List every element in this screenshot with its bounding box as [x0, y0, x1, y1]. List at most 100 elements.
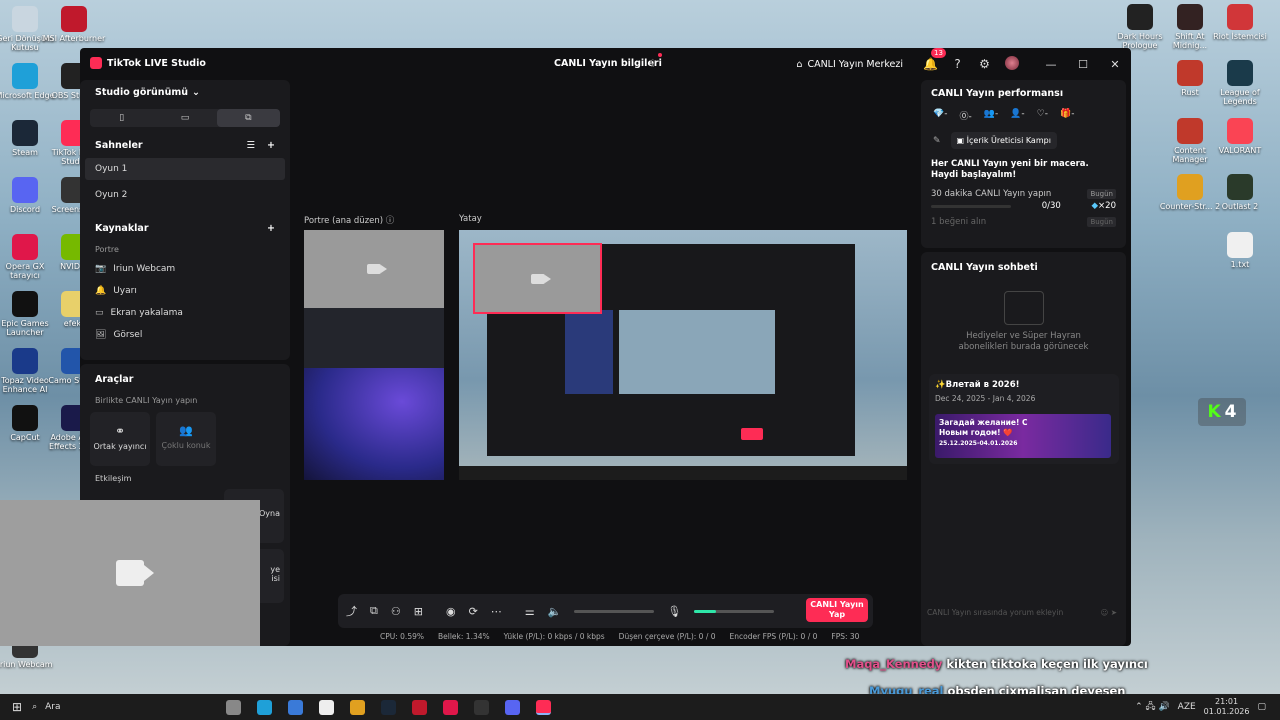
notifications-icon[interactable]: ▢ — [1257, 702, 1266, 712]
performance-metric: 🎁- — [1060, 109, 1074, 122]
chat-user: Maqa_Kennedy — [845, 657, 943, 671]
portrait-layout-icon[interactable]: ▯ — [90, 109, 153, 127]
close-button[interactable]: ✕ — [1099, 58, 1131, 71]
taskbar-app-edge-icon[interactable] — [257, 699, 273, 715]
live-center-button[interactable]: ⌂ CANLI Yayın Merkezi — [796, 59, 903, 70]
start-icon[interactable]: ⊞ — [12, 700, 22, 714]
search-box[interactable]: ⌕ Ara — [32, 702, 218, 712]
portrait-preview[interactable] — [304, 230, 444, 480]
video-camera-icon — [116, 560, 154, 586]
share-icon[interactable]: ⇪ — [648, 57, 657, 70]
gear-icon[interactable]: ⚙ — [971, 57, 998, 71]
desktop-icon[interactable]: VALORANT — [1208, 118, 1272, 155]
taskbar-app-discord-icon[interactable] — [505, 699, 521, 715]
chat-input[interactable]: CANLI Yayın sırasında yorum ekleyin ☺ ➤ — [927, 608, 1117, 617]
scene-item-oyun-1[interactable]: Oyun 1 — [85, 158, 285, 180]
desktop-icon[interactable]: League of Legends — [1208, 60, 1272, 106]
source-label: Uyarı — [113, 286, 137, 296]
source-item[interactable]: ▭ Ekran yakalama — [80, 302, 290, 324]
tray-icons[interactable]: ⌃ 🖧 🔊 — [1135, 699, 1170, 715]
webcam-source-placeholder[interactable] — [304, 230, 444, 308]
metric-value: - — [1021, 109, 1025, 119]
list-icon[interactable]: ☰ — [247, 140, 256, 151]
mic-icon[interactable]: 🎙 — [667, 605, 681, 618]
clock-date: 01.01.2026 — [1203, 707, 1250, 716]
metric-value: - — [1044, 109, 1048, 119]
promo-card[interactable]: ✨Влетай в 2026! Dec 24, 2025 - Jan 4, 20… — [929, 374, 1119, 464]
mic-volume-slider[interactable] — [694, 609, 775, 613]
more-icon[interactable]: ⋯ — [491, 605, 502, 618]
cohost-tool[interactable]: ⚭ Ortak yayıncı — [90, 412, 150, 466]
desktop-icon-label: Outlast 2 — [1221, 202, 1259, 211]
add-source-icon[interactable]: + — [267, 223, 275, 234]
speaker-volume-slider[interactable] — [574, 609, 655, 613]
promo-banner-dates: 25.12.2025-04.01.2026 — [939, 440, 1018, 447]
performance-metric: ⓪- — [959, 109, 971, 122]
partial-tool-label: ye isi — [270, 565, 280, 583]
screen-capture-thumb — [304, 308, 444, 368]
app-icon — [12, 63, 38, 89]
taskbar-app-opera-icon[interactable] — [443, 699, 459, 715]
nested-taskbar — [459, 466, 907, 480]
source-item[interactable]: 🖼 Görsel — [80, 324, 290, 346]
taskbar-app-store-icon[interactable] — [288, 699, 304, 715]
info-icon[interactable]: ⓘ — [386, 216, 395, 226]
scene-item-oyun-2[interactable]: Oyun 2 — [80, 184, 290, 206]
sources-list: 📷 Iriun Webcam 🔔 Uyarı ▭ Ekran yakalama 🖼 Görse… — [80, 258, 290, 346]
clock[interactable]: 21:01 01.01.2026 — [1204, 697, 1250, 717]
avatar[interactable] — [998, 55, 1025, 73]
speaker-icon[interactable]: 🔈 — [548, 605, 562, 618]
magic-icon[interactable]: ⤴ — [346, 603, 357, 619]
language-indicator[interactable]: AZE — [1178, 702, 1196, 712]
tools-subtitle: Birlikte CANLI Yayın yapın — [95, 396, 198, 405]
taskbar-app-msi-icon[interactable] — [412, 699, 428, 715]
go-live-button[interactable]: CANLI Yayın Yap — [806, 598, 868, 622]
app-icon — [12, 177, 38, 203]
emoji-icon[interactable]: ☺ ➤ — [1101, 608, 1118, 617]
desktop-icon[interactable]: 1.txt — [1208, 232, 1272, 269]
landscape-layout-icon[interactable]: ▭ — [153, 109, 216, 127]
mixer-icon[interactable]: ⚌ — [525, 605, 535, 618]
maximize-button[interactable]: ☐ — [1067, 58, 1099, 71]
webcam-source-selected[interactable] — [473, 243, 602, 314]
nested-go-live — [741, 428, 763, 440]
promo-dates: Dec 24, 2025 - Jan 4, 2026 — [935, 394, 1036, 403]
replay-icon[interactable]: ⟳ — [469, 605, 478, 618]
clock-time: 21:01 — [1215, 697, 1239, 706]
source-item[interactable]: 🔔 Uyarı — [80, 280, 290, 302]
record-icon[interactable]: ◉ — [446, 605, 456, 618]
help-icon[interactable]: ? — [944, 57, 971, 71]
bell-icon[interactable]: 🔔 13 — [917, 48, 946, 71]
desktop-icon[interactable]: Riot İstemcisi — [1208, 4, 1272, 41]
studio-view-dropdown[interactable]: Studio görünümü ⌄ — [80, 80, 290, 105]
app-icon — [1227, 232, 1253, 258]
minimize-button[interactable]: — — [1035, 58, 1067, 71]
dual-layout-icon[interactable]: ⧉ — [216, 109, 280, 127]
desktop-icon[interactable]: MSI Afterburner — [42, 6, 106, 43]
task-2: 1 beğeni alın Bugün — [921, 213, 1126, 231]
cohost-label: Ortak yayıncı — [93, 442, 147, 451]
source-item[interactable]: 📷 Iriun Webcam — [80, 258, 290, 280]
desktop-icon[interactable]: Outlast 2 — [1208, 174, 1272, 211]
layout-icon[interactable]: ⧉ — [370, 604, 378, 618]
effects-icon[interactable]: ⚇ — [391, 605, 401, 618]
sources-title: Kaynaklar — [95, 223, 149, 234]
title-bar-actions: ⌂ CANLI Yayın Merkezi 🔔 13 ? ⚙ — ☐ ✕ — [796, 48, 1131, 80]
taskbar-app-steam-icon[interactable] — [381, 699, 397, 715]
add-scene-icon[interactable]: + — [267, 140, 275, 151]
creator-camp-label: İçerik Üreticisi Kampı — [966, 136, 1051, 145]
taskbar-app-chrome-icon[interactable] — [350, 699, 366, 715]
desktop-icon-label: Riot İstemcisi — [1213, 32, 1267, 41]
taskbar-app-tiktok-icon[interactable] — [536, 699, 552, 715]
add-icon[interactable]: ⊞ — [414, 605, 423, 618]
taskbar-app-task-view-icon[interactable] — [226, 699, 242, 715]
app-icon — [1177, 174, 1203, 200]
taskbar-app-obs-icon[interactable] — [474, 699, 490, 715]
performance-metric: 👤- — [1010, 109, 1024, 122]
taskbar-app-capcut-icon[interactable] — [319, 699, 335, 715]
live-info-button[interactable]: CANLI Yayın bilgileri — [554, 58, 662, 69]
landscape-preview[interactable] — [459, 230, 907, 480]
search-icon: ⌕ — [32, 702, 38, 712]
multi-guest-tool[interactable]: 👥 Çoklu konuk — [156, 412, 216, 466]
creator-camp-button[interactable]: ▣ İçerik Üreticisi Kampı — [950, 132, 1057, 149]
